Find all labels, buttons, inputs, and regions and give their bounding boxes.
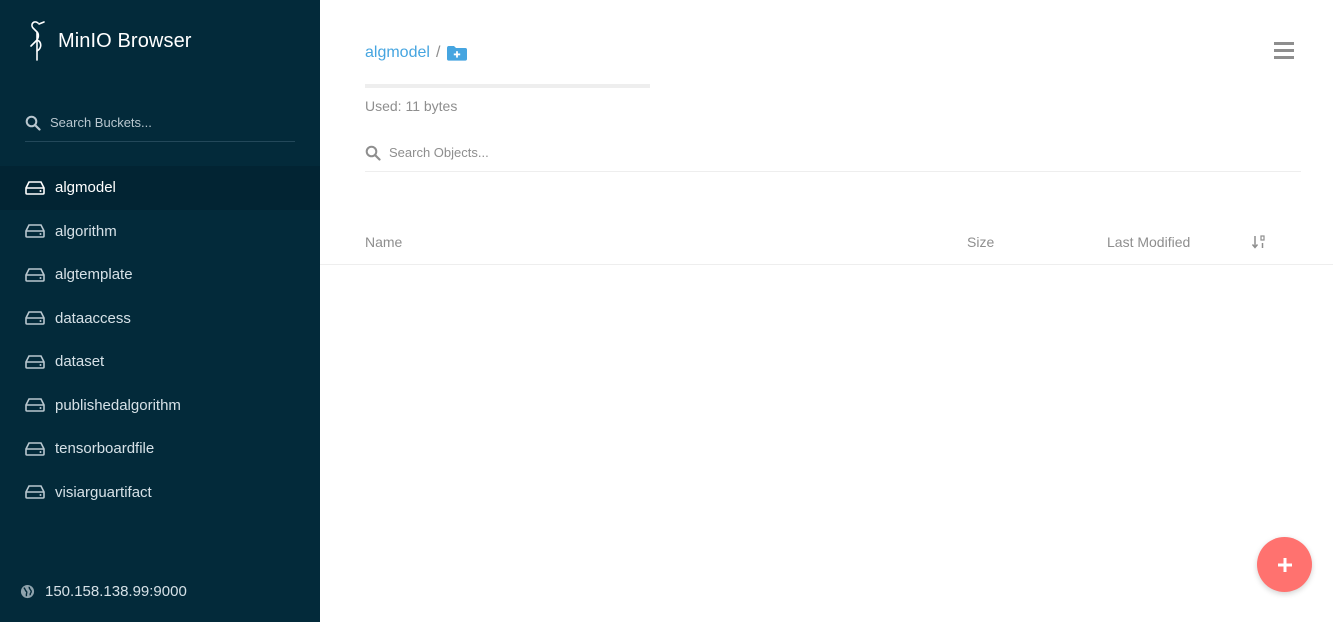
sidebar-item-label: tensorboardfile — [55, 440, 155, 458]
drive-icon — [25, 441, 45, 456]
globe-icon — [20, 584, 35, 599]
object-search — [365, 134, 1301, 172]
folder-plus-icon — [447, 46, 468, 61]
drive-icon — [25, 485, 45, 500]
sidebar-item-label: algorithm — [55, 222, 117, 240]
search-icon — [25, 115, 41, 131]
sort-button[interactable] — [1251, 235, 1266, 252]
usage-bar — [365, 84, 650, 88]
hamburger-menu-icon — [1274, 42, 1294, 59]
breadcrumb: algmodel / — [365, 44, 468, 62]
sidebar-item-algorithm[interactable]: algorithm — [0, 210, 320, 254]
add-folder-button[interactable] — [446, 45, 468, 61]
sidebar-item-label: algtemplate — [55, 266, 133, 284]
sidebar-item-publishedalgorithm[interactable]: publishedalgorithm — [0, 384, 320, 428]
drive-icon — [25, 224, 45, 239]
add-button[interactable] — [1257, 537, 1312, 592]
sidebar-item-label: dataaccess — [55, 309, 131, 327]
host-info: 150.158.138.99:9000 — [20, 583, 187, 600]
sidebar-item-label: algmodel — [55, 179, 116, 197]
sidebar-item-tensorboardfile[interactable]: tensorboardfile — [0, 427, 320, 471]
sidebar: MinIO Browser algmodel algorithm algtempla… — [0, 0, 320, 622]
bucket-search-input[interactable] — [50, 115, 280, 130]
plus-icon — [1277, 557, 1292, 572]
column-size[interactable]: Size — [967, 234, 994, 250]
bucket-search — [25, 104, 295, 142]
minio-bird-icon — [30, 21, 45, 61]
object-search-input[interactable] — [389, 145, 1269, 160]
bucket-list: algmodel algorithm algtemplate dataaccess da… — [0, 166, 320, 514]
objects-table-header: Name Size Last Modified — [320, 222, 1333, 265]
app-title: MinIO Browser — [58, 29, 192, 52]
main-panel: algmodel / Used: 11 bytes Name Size La — [320, 0, 1333, 622]
breadcrumb-separator: / — [435, 44, 441, 61]
sidebar-item-label: visiarguartifact — [55, 483, 152, 501]
drive-icon — [25, 398, 45, 413]
host-address: 150.158.138.99:9000 — [45, 583, 187, 600]
drive-icon — [25, 180, 45, 195]
drive-icon — [25, 267, 45, 282]
usage-text: Used: 11 bytes — [365, 98, 458, 114]
column-last-modified[interactable]: Last Modified — [1107, 234, 1190, 250]
drive-icon — [25, 311, 45, 326]
sidebar-item-label: publishedalgorithm — [55, 396, 181, 414]
breadcrumb-bucket[interactable]: algmodel — [365, 44, 430, 62]
menu-button[interactable] — [1274, 42, 1294, 64]
logo[interactable]: MinIO Browser — [24, 20, 192, 62]
sidebar-item-dataaccess[interactable]: dataaccess — [0, 297, 320, 341]
column-name[interactable]: Name — [365, 234, 402, 250]
sidebar-item-visiarguartifact[interactable]: visiarguartifact — [0, 471, 320, 515]
sidebar-item-label: dataset — [55, 353, 105, 371]
search-icon — [365, 145, 381, 161]
sort-icon — [1251, 235, 1265, 249]
sidebar-item-algmodel[interactable]: algmodel — [0, 166, 320, 210]
sidebar-item-algtemplate[interactable]: algtemplate — [0, 253, 320, 297]
sidebar-item-dataset[interactable]: dataset — [0, 340, 320, 384]
drive-icon — [25, 354, 45, 369]
